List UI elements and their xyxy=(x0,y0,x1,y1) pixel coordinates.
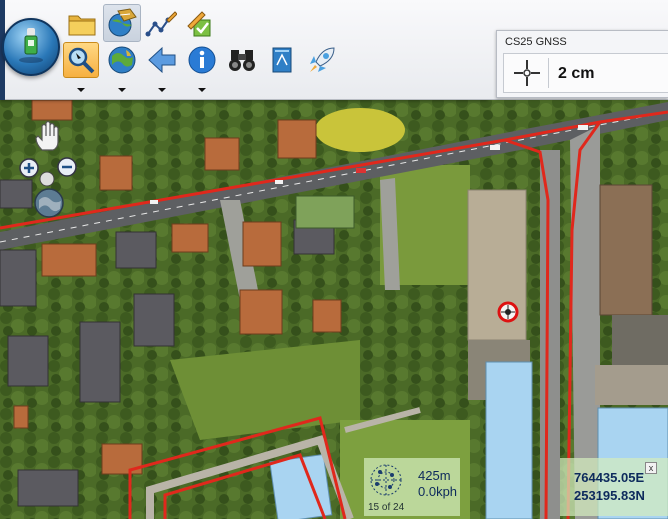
launch-button[interactable] xyxy=(304,42,340,78)
full-extent-button[interactable] xyxy=(32,186,66,220)
bookmark-icon xyxy=(272,47,292,73)
gnss-receiver-icon xyxy=(19,28,43,63)
info-dropdown-arrow[interactable] xyxy=(198,88,206,92)
app-menu-orb-button[interactable] xyxy=(2,18,60,76)
rocket-icon xyxy=(310,47,335,72)
satellite-skyplot-icon xyxy=(370,464,402,496)
draw-polyline-button[interactable] xyxy=(143,6,179,42)
gps-status-panel[interactable]: 425m 0.0kph 15 of 24 xyxy=(364,458,460,516)
gnss-accuracy-box: 2 cm xyxy=(503,53,668,93)
globe-view-button[interactable] xyxy=(104,42,140,78)
edit-check-button[interactable] xyxy=(182,6,218,42)
gnss-accuracy-value: 2 cm xyxy=(558,65,595,82)
info-icon xyxy=(188,46,216,74)
globe-view-dropdown-arrow[interactable] xyxy=(118,88,126,92)
zoom-tool-icon xyxy=(68,47,95,74)
layers-button[interactable] xyxy=(103,4,141,42)
draw-polyline-icon xyxy=(145,11,177,37)
crosshair-icon xyxy=(514,60,540,86)
gps-marker-icon xyxy=(497,301,519,323)
globe-icon xyxy=(108,46,136,74)
zoom-tool-button[interactable] xyxy=(63,42,99,78)
back-arrow-icon xyxy=(148,46,176,74)
distance-readout: 425m xyxy=(418,468,451,483)
zoom-out-icon xyxy=(57,157,77,177)
gnss-status-panel[interactable]: CS25 GNSS 2 cm xyxy=(496,30,668,98)
globe-icon xyxy=(34,188,64,218)
open-folder-icon xyxy=(68,15,96,36)
gps-position-marker[interactable] xyxy=(497,301,519,323)
northing-readout: 253195.83N xyxy=(574,488,645,503)
info-button[interactable] xyxy=(184,42,220,78)
speed-readout: 0.0kph xyxy=(418,484,458,499)
back-button[interactable] xyxy=(144,42,180,78)
pan-button[interactable] xyxy=(34,120,64,154)
zoom-tool-dropdown-arrow[interactable] xyxy=(77,88,85,92)
main-toolbar xyxy=(0,0,488,100)
layers-globe-icon xyxy=(108,8,137,37)
open-folder-button[interactable] xyxy=(64,6,100,42)
back-dropdown-arrow[interactable] xyxy=(158,88,166,92)
page-indicator: 15 of 24 xyxy=(368,502,405,513)
close-status-button[interactable]: x xyxy=(645,462,657,474)
edit-check-icon xyxy=(187,11,211,37)
gnss-title: CS25 GNSS xyxy=(505,36,567,48)
pan-hand-icon xyxy=(35,120,59,151)
bookmark-button[interactable] xyxy=(264,42,300,78)
gnss-separator xyxy=(548,58,549,88)
easting-readout: 764435.05E xyxy=(574,470,645,485)
binoculars-button[interactable] xyxy=(224,42,260,78)
binoculars-icon xyxy=(229,50,255,71)
zoom-out-button[interactable] xyxy=(56,156,80,180)
